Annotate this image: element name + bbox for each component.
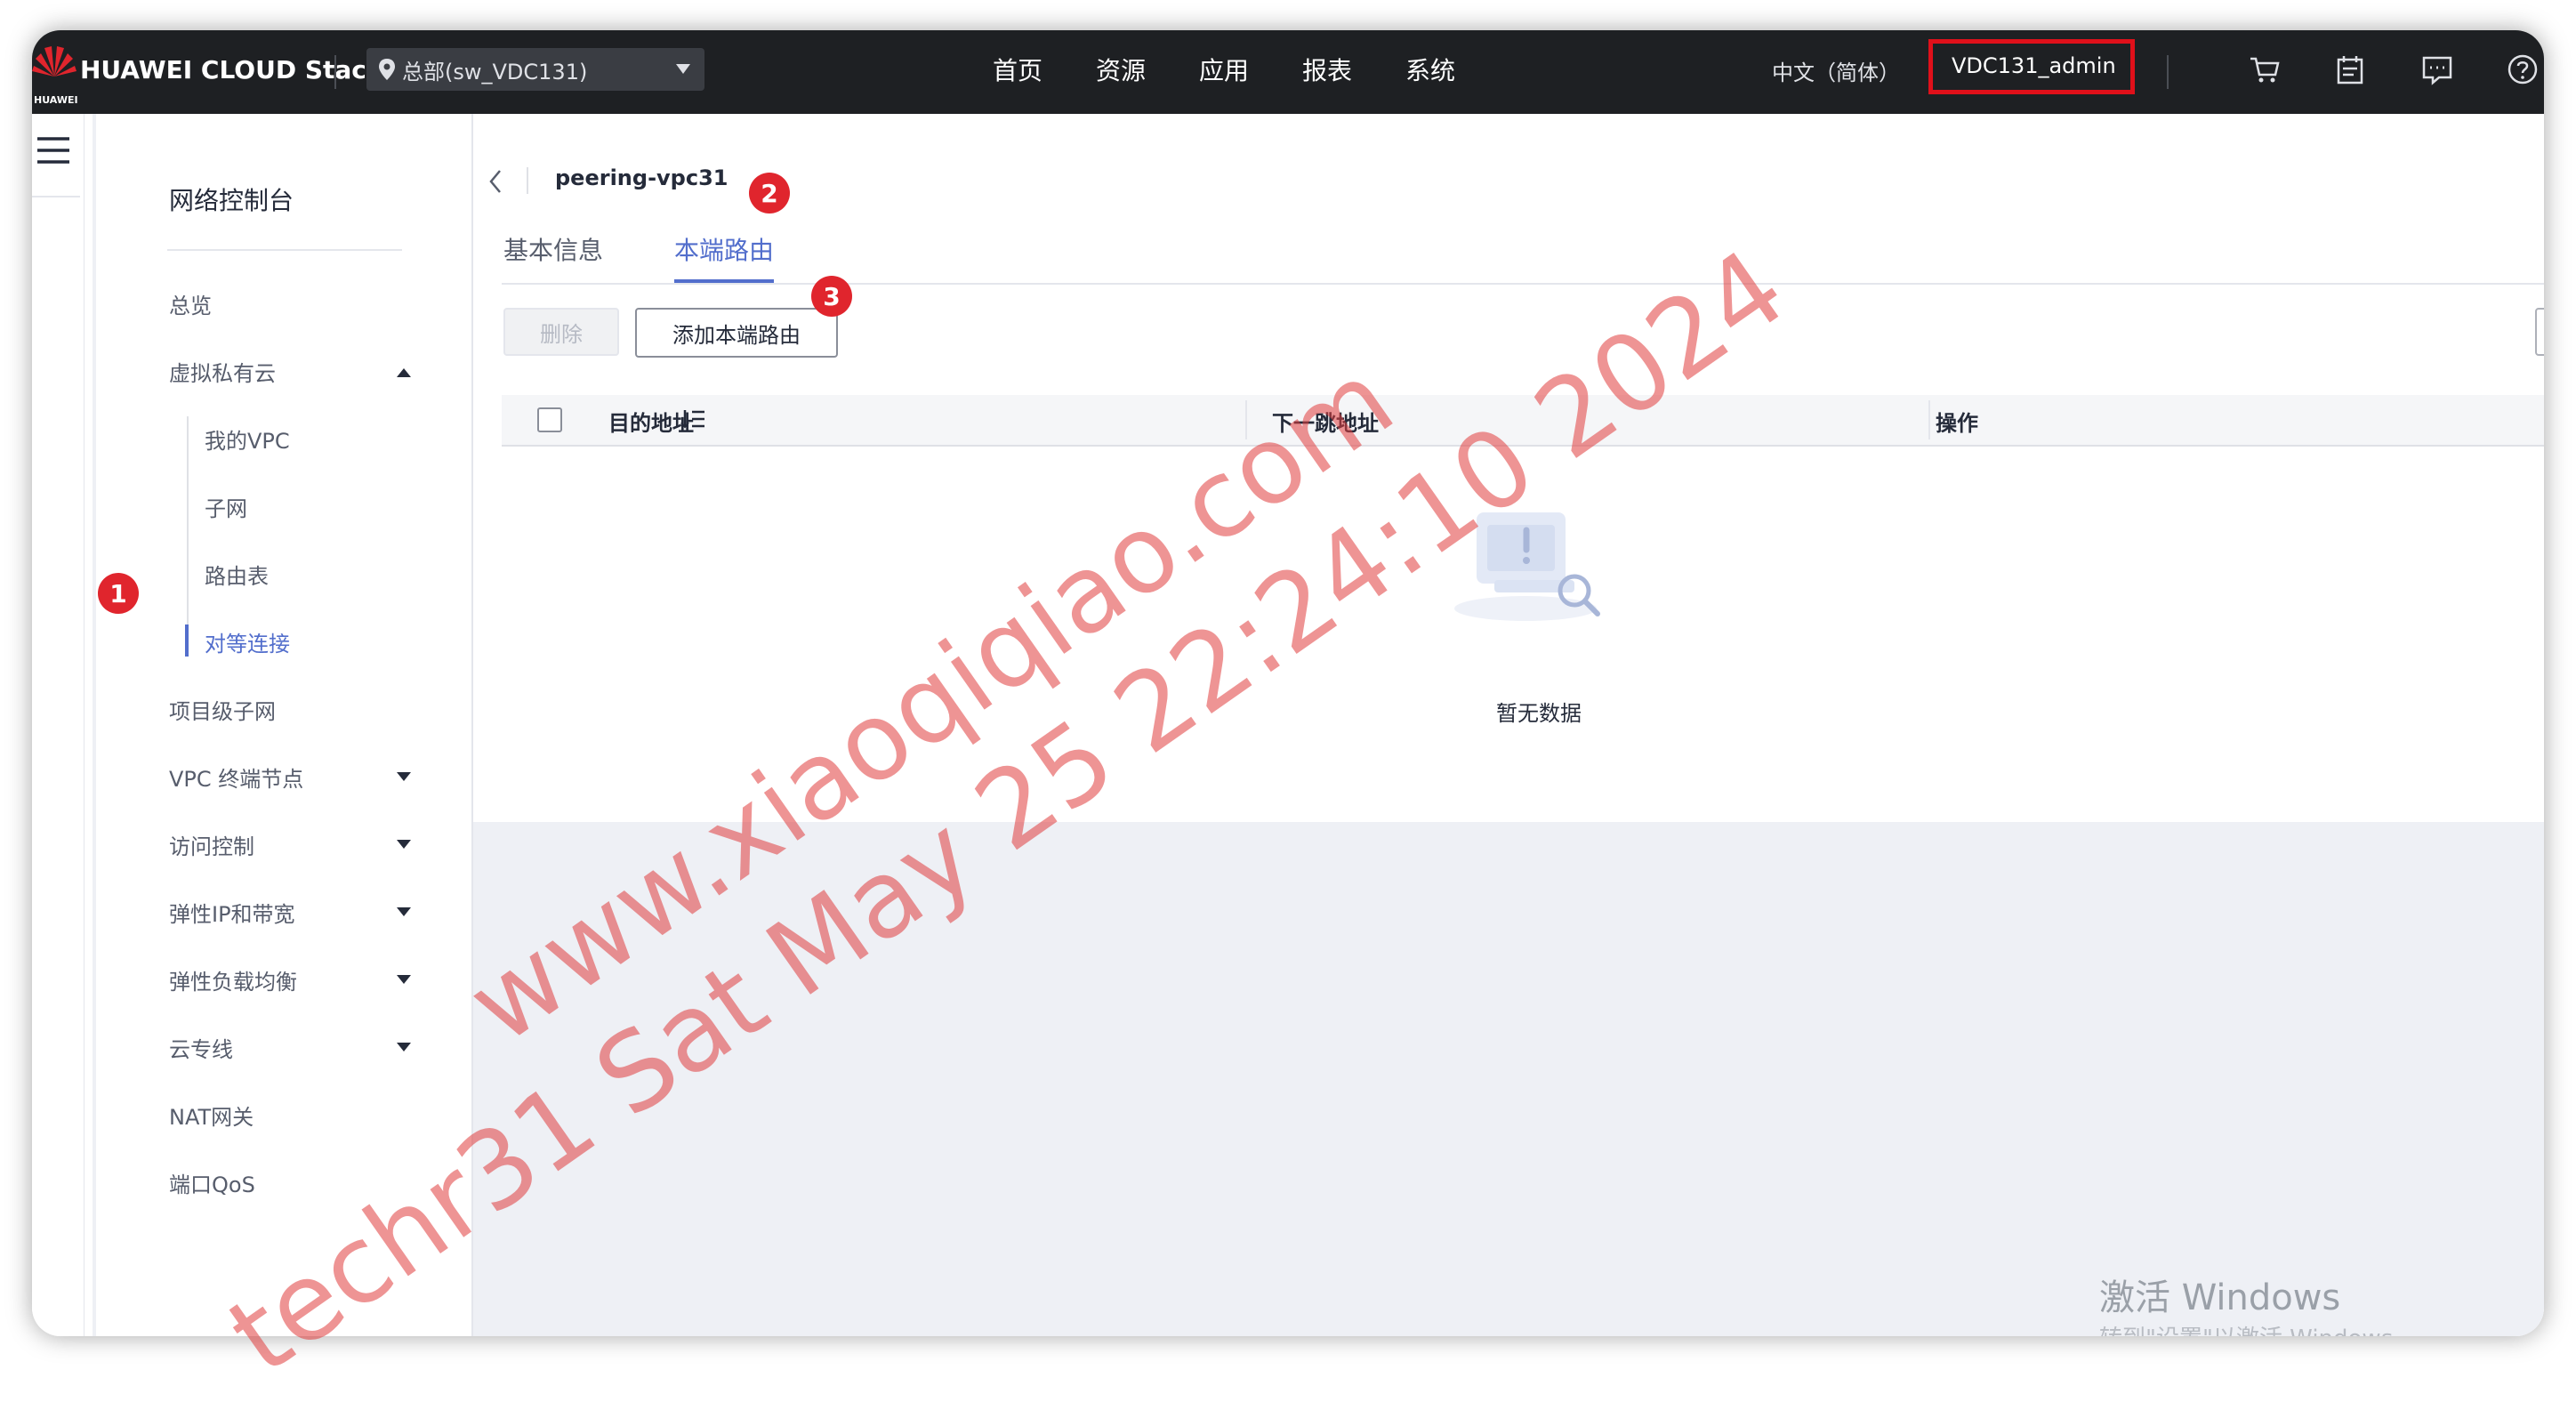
message-icon[interactable] — [2419, 52, 2455, 87]
nav-resources[interactable]: 资源 — [1096, 52, 1146, 87]
annotation-badge-1: 1 — [98, 573, 139, 614]
chevron-down-icon[interactable] — [397, 840, 411, 849]
sidebar-item-access-control[interactable]: 访问控制 — [169, 829, 254, 860]
hamburger-menu-icon[interactable] — [36, 135, 71, 165]
windows-activation-title: 激活 Windows — [2099, 1277, 2341, 1318]
sidebar-item-subnet[interactable]: 子网 — [205, 491, 247, 522]
page-title: peering-vpc31 — [555, 165, 729, 190]
sidebar-item-project-subnet[interactable]: 项目级子网 — [169, 694, 276, 725]
chevron-up-icon[interactable] — [397, 368, 411, 377]
sort-icon[interactable] — [680, 407, 706, 431]
cart-icon[interactable] — [2247, 52, 2282, 87]
nav-apps[interactable]: 应用 — [1199, 52, 1249, 87]
rail-divider — [32, 196, 80, 197]
sidebar-item-direct-connect[interactable]: 云专线 — [169, 1032, 233, 1063]
chevron-down-icon[interactable] — [397, 772, 411, 781]
sidebar-item-vpc-endpoint[interactable]: VPC 终端节点 — [169, 761, 303, 793]
sidebar-title: 网络控制台 — [169, 186, 294, 215]
sidebar-item-elb[interactable]: 弹性负载均衡 — [169, 964, 297, 995]
refresh-button[interactable] — [2535, 308, 2544, 356]
column-divider — [1928, 400, 1930, 439]
submenu-active-indicator — [185, 624, 189, 657]
top-bar: HUAWEI CLOUD Stack HUAWEI 总部(sw_VDC131) … — [32, 30, 2544, 114]
nav-reports[interactable]: 报表 — [1302, 52, 1352, 87]
sidebar-item-my-vpc[interactable]: 我的VPC — [205, 423, 290, 455]
chevron-down-icon[interactable] — [397, 975, 411, 984]
annotation-badge-2: 2 — [749, 173, 790, 214]
calendar-icon[interactable] — [2332, 52, 2368, 87]
active-tab-indicator — [674, 279, 774, 283]
sidebar-item-route-table[interactable]: 路由表 — [205, 559, 269, 590]
topbar-divider — [334, 55, 336, 89]
windows-activation-subtitle: 转到"设置"以激活 Windows。 — [2099, 1320, 2416, 1336]
sidebar-item-peering[interactable]: 对等连接 — [205, 626, 290, 657]
nav-home[interactable]: 首页 — [993, 52, 1042, 87]
delete-button[interactable]: 删除 — [503, 308, 619, 356]
empty-data-text: 暂无数据 — [1496, 701, 1582, 726]
annotation-badge-3: 3 — [811, 276, 852, 317]
region-selector[interactable]: 总部(sw_VDC131) — [366, 48, 704, 91]
column-actions: 操作 — [1936, 411, 1978, 436]
logo-text[interactable]: HUAWEI CLOUD Stack — [80, 55, 382, 85]
sidebar-item-eip[interactable]: 弹性IP和带宽 — [169, 897, 295, 928]
sidebar-item-overview[interactable]: 总览 — [169, 288, 212, 319]
chevron-down-icon[interactable] — [397, 907, 411, 916]
region-label: 总部(sw_VDC131) — [402, 59, 588, 85]
tab-local-routes[interactable]: 本端路由 — [674, 231, 774, 267]
help-icon[interactable] — [2505, 52, 2540, 87]
tab-basic-info[interactable]: 基本信息 — [503, 231, 603, 267]
chevron-down-icon — [676, 64, 690, 74]
submenu-line — [187, 416, 189, 657]
back-arrow-icon[interactable] — [486, 167, 505, 196]
left-rail — [32, 114, 85, 1336]
sidebar-divider — [167, 249, 402, 251]
select-all-checkbox[interactable] — [537, 407, 562, 432]
sidebar-item-vpc[interactable]: 虚拟私有云 — [169, 356, 276, 387]
breadcrumb-divider — [527, 167, 528, 194]
user-menu[interactable]: VDC131_admin — [1952, 53, 2116, 78]
logo-small-text: HUAWEI — [34, 94, 78, 106]
location-pin-icon — [379, 59, 395, 80]
language-selector[interactable]: 中文（简体） — [1772, 55, 1900, 86]
add-local-route-button[interactable]: 添加本端路由 — [635, 308, 838, 358]
nav-system[interactable]: 系统 — [1405, 52, 1455, 87]
topbar-divider — [2167, 55, 2169, 89]
